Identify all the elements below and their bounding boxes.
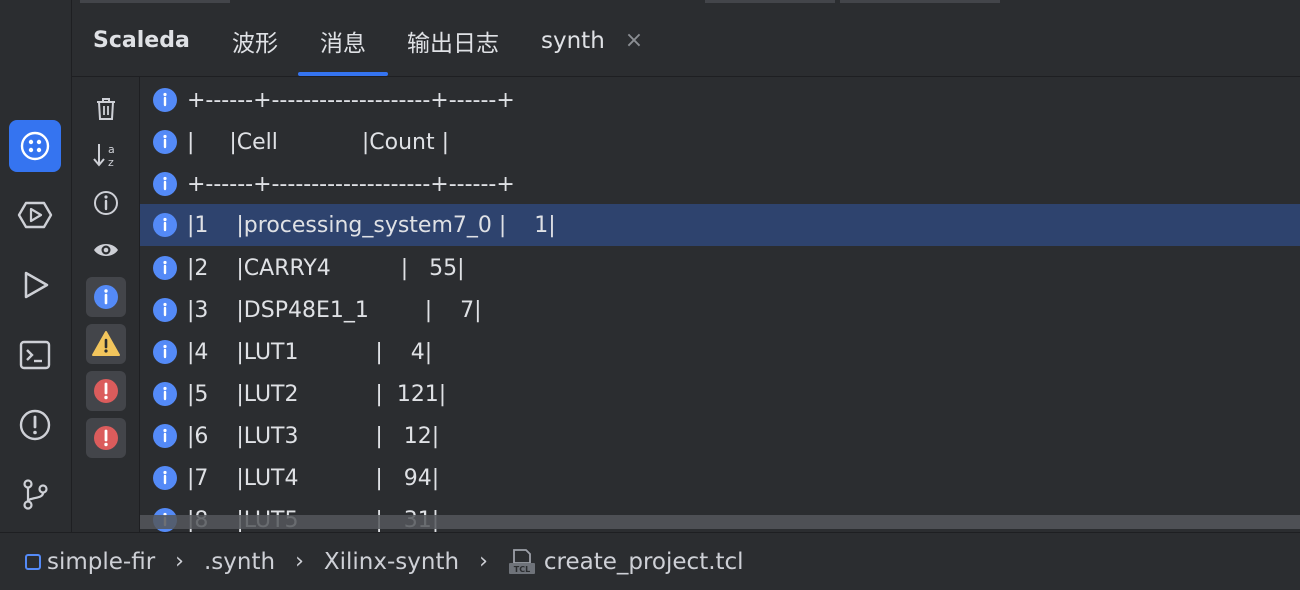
tab-messages[interactable]: 消息 [298, 5, 388, 76]
tcl-file-icon: TCL [508, 548, 536, 575]
plugin-icon[interactable] [9, 120, 61, 172]
info-icon [153, 88, 177, 112]
breadcrumb-label: .synth [203, 548, 276, 575]
message-text: |2 |CARRY4 | 55| [187, 255, 465, 281]
message-text: |1 |processing_system7_0 | 1| [187, 212, 556, 238]
tab-label: 波形 [232, 30, 278, 57]
chevron-right-icon: › [479, 549, 488, 574]
message-row[interactable]: |3 |DSP48E1_1 | 7| [140, 289, 1300, 331]
breadcrumb-item[interactable]: .synth [204, 549, 275, 575]
message-text: |7 |LUT4 | 94| [187, 465, 440, 491]
horizontal-scrollbar[interactable] [140, 515, 1300, 529]
message-text: |3 |DSP48E1_1 | 7| [187, 297, 482, 323]
svg-text:a: a [108, 143, 115, 156]
message-text: +------+--------------------+------+ [187, 171, 515, 197]
message-row[interactable]: | |Cell |Count | [140, 121, 1300, 163]
message-row[interactable]: |6 |LUT3 | 12| [140, 415, 1300, 457]
terminal-icon[interactable] [9, 329, 61, 381]
filter-info-icon[interactable] [86, 277, 126, 317]
chevron-right-icon: › [295, 549, 304, 574]
trash-icon[interactable] [86, 89, 126, 129]
tab-label: synth [541, 27, 605, 54]
chevron-right-icon: › [175, 549, 184, 574]
breadcrumb-item[interactable]: TCL create_project.tcl [508, 549, 744, 575]
info-icon [153, 340, 177, 364]
eye-icon[interactable] [86, 230, 126, 270]
breadcrumb-label: Xilinx-synth [323, 548, 460, 575]
tool-window-tab-bar: Scaleda 波形 消息 输出日志 synth × [72, 5, 1300, 77]
info-icon[interactable] [86, 183, 126, 223]
svg-text:z: z [108, 156, 114, 169]
info-icon [153, 130, 177, 154]
message-row[interactable]: |2 |CARRY4 | 55| [140, 247, 1300, 289]
filter-warning-icon[interactable] [86, 324, 126, 364]
breadcrumb-item[interactable]: Xilinx-synth [324, 549, 459, 575]
message-row[interactable]: |5 |LUT2 | 121| [140, 373, 1300, 415]
breadcrumb: simple-fir › .synth › Xilinx-synth › TCL… [0, 532, 1300, 590]
tab-label: 输出日志 [407, 30, 499, 57]
info-icon [153, 298, 177, 322]
svg-text:TCL: TCL [514, 565, 530, 574]
active-tab-indicator [298, 72, 388, 76]
breadcrumb-label: simple-fir [47, 548, 156, 575]
tab-waveform[interactable]: 波形 [232, 5, 278, 76]
tab-synth[interactable]: synth × [541, 5, 643, 76]
breadcrumb-label: create_project.tcl [543, 548, 744, 575]
message-text: |6 |LUT3 | 12| [187, 423, 440, 449]
message-row-selected[interactable]: |1 |processing_system7_0 | 1| [140, 204, 1300, 246]
info-icon [153, 256, 177, 280]
message-text: | |Cell |Count | [187, 129, 449, 155]
close-tab-icon[interactable]: × [625, 28, 643, 53]
filter-error-icon[interactable] [86, 371, 126, 411]
info-icon [153, 213, 177, 237]
info-icon [153, 172, 177, 196]
message-row[interactable]: |7 |LUT4 | 94| [140, 457, 1300, 499]
message-text: |5 |LUT2 | 121| [187, 381, 447, 407]
breadcrumb-item[interactable]: simple-fir [25, 549, 155, 575]
message-toolbar: az [72, 77, 140, 532]
problems-icon[interactable] [9, 399, 61, 451]
run-icon[interactable] [9, 259, 61, 311]
activity-bar [0, 0, 72, 532]
info-icon [153, 424, 177, 448]
message-row[interactable]: |4 |LUT1 | 4| [140, 331, 1300, 373]
run-config-icon[interactable] [9, 189, 61, 241]
git-branch-icon[interactable] [9, 468, 61, 520]
tab-output-log[interactable]: 输出日志 [407, 5, 499, 76]
message-text: |4 |LUT1 | 4| [187, 339, 433, 365]
message-list[interactable]: +------+--------------------+------+ | |… [140, 77, 1300, 532]
filter-critical-icon[interactable] [86, 418, 126, 458]
message-text: +------+--------------------+------+ [187, 87, 515, 113]
tool-window-title: Scaleda [93, 28, 190, 53]
info-icon [153, 466, 177, 490]
sort-az-icon[interactable]: az [86, 135, 126, 175]
message-row[interactable]: +------+--------------------+------+ [140, 163, 1300, 205]
info-icon [153, 382, 177, 406]
module-icon [25, 553, 41, 570]
message-row[interactable]: +------+--------------------+------+ [140, 79, 1300, 121]
tab-label: 消息 [320, 30, 366, 57]
